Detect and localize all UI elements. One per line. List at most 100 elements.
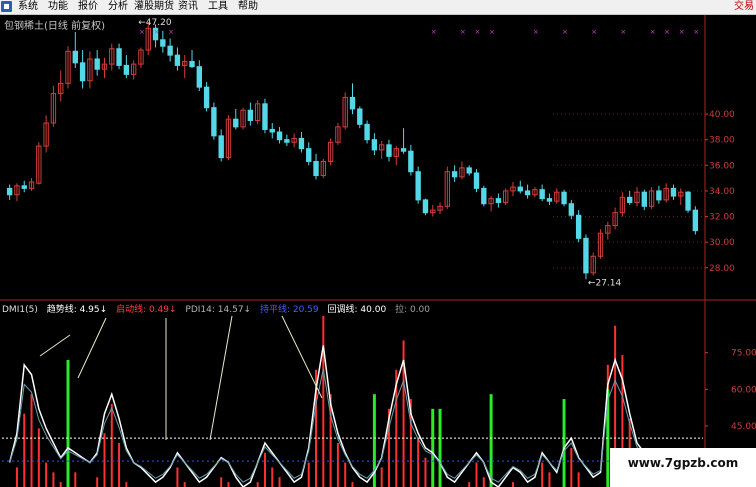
signal-marker: × [154,28,160,36]
indicator-green-bar [438,408,442,487]
legend-trend: 趋势线: 4.95↓ [46,305,108,315]
candle-body [116,48,122,66]
candle-body [451,171,458,178]
candle-body [174,54,181,66]
indicator-bar [23,413,26,487]
indicator-green-bar [431,408,435,487]
watermark: www.7gpzb.com [610,448,756,487]
price-tick-label: 28.00 [709,264,735,274]
indicator-bar [541,462,544,487]
legend-start: 启动线: 0.49↓ [116,305,177,315]
candle-body [21,185,27,189]
legend-pull: 拉: 0.00 [395,305,430,315]
indicator-bar [220,477,223,487]
candle-body [415,171,421,201]
candle-body [386,144,392,157]
candle-body [546,198,553,202]
indicator-bar [482,477,485,487]
indicator-bar [52,472,55,487]
indicator-bar [183,482,186,487]
price-tick-label: 38.00 [709,136,735,146]
annotation-arrow [281,315,323,399]
candle-body [6,187,13,196]
candle-body [524,190,531,196]
indicator-bar [125,482,128,487]
indicator-tick-label: 45.00 [731,422,756,432]
indicator-bar [380,467,383,487]
signal-marker: × [489,28,495,36]
candle-body [656,190,662,201]
indicator-series [2,316,703,487]
indicator-bar [468,482,471,487]
indicator-bar [336,443,339,487]
candle-body [641,191,647,207]
candle-body [203,86,210,109]
candle-body [561,191,567,205]
candle-body [313,160,319,177]
indicator-bar [59,482,62,487]
candle-body [306,148,312,162]
candle-body [495,198,502,203]
signal-marker: × [460,28,466,36]
candle-body [517,186,523,192]
candle-body [371,139,378,151]
high-label: ←47.20 [138,18,172,28]
price-tick-label: 30.00 [709,238,735,248]
candle-body [568,203,575,216]
candle-body [79,62,86,82]
candle-body [692,209,699,232]
legend-hold: 持平线: 20.59 [259,305,319,315]
indicator-bar [15,467,18,487]
candlestick-series [6,21,699,280]
annotations: ←47.20 ←27.14 × × × × × × × × × × × × × × × [39,18,699,441]
candle-body [167,45,173,56]
candle-body [284,139,290,143]
candle-body [583,237,589,274]
indicator-name: DMI1(5) [2,305,38,315]
indicator-bar [424,457,427,487]
signal-marker: × [693,28,699,36]
candle-body [349,96,356,110]
candle-body [408,150,414,173]
indicator-bar [271,467,274,487]
candle-body [196,66,202,88]
indicator-green-bar [489,394,493,487]
candle-body [357,108,363,125]
candle-body [685,191,691,211]
signal-marker: × [620,28,626,36]
legend-pdi: PDI14: 14.57↓ [185,305,252,315]
signal-marker: × [562,28,568,36]
indicator-bar [263,452,266,487]
indicator-bar [577,472,580,487]
chart-grid [0,15,756,487]
price-tick-label: 36.00 [709,161,735,171]
indicator-bar [511,482,514,487]
indicator-bar [548,472,551,487]
candle-body [575,214,582,239]
indicator-bar [103,433,106,487]
candle-body [364,123,370,141]
indicator-bar [417,438,420,487]
candle-body [189,61,195,68]
indicator-green-bar [562,399,566,487]
annotation-arrow [39,334,71,357]
signal-marker: × [533,28,539,36]
indicator-bar [278,477,281,487]
stock-chart[interactable]: 40.00 38.00 36.00 34.00 32.00 30.00 28.00 75.00… [0,0,756,487]
annotation-arrow [209,315,233,441]
candle-body [466,167,472,174]
candle-body [94,58,100,70]
indicator-bar [110,403,113,487]
indicator-bar [176,467,179,487]
indicator-bar [30,394,33,487]
price-tick-label: 34.00 [709,187,735,197]
candle-body [539,189,545,200]
indicator-bar [37,428,40,487]
indicator-bar [475,462,478,487]
candle-body [233,118,239,128]
candle-body [422,199,429,214]
candle-body [247,109,254,121]
signal-marker: × [679,28,685,36]
indicator-legend: DMI1(5) 趋势线: 4.95↓ 启动线: 0.49↓ PDI14: 14.… [2,302,436,315]
signal-marker: × [139,28,145,36]
